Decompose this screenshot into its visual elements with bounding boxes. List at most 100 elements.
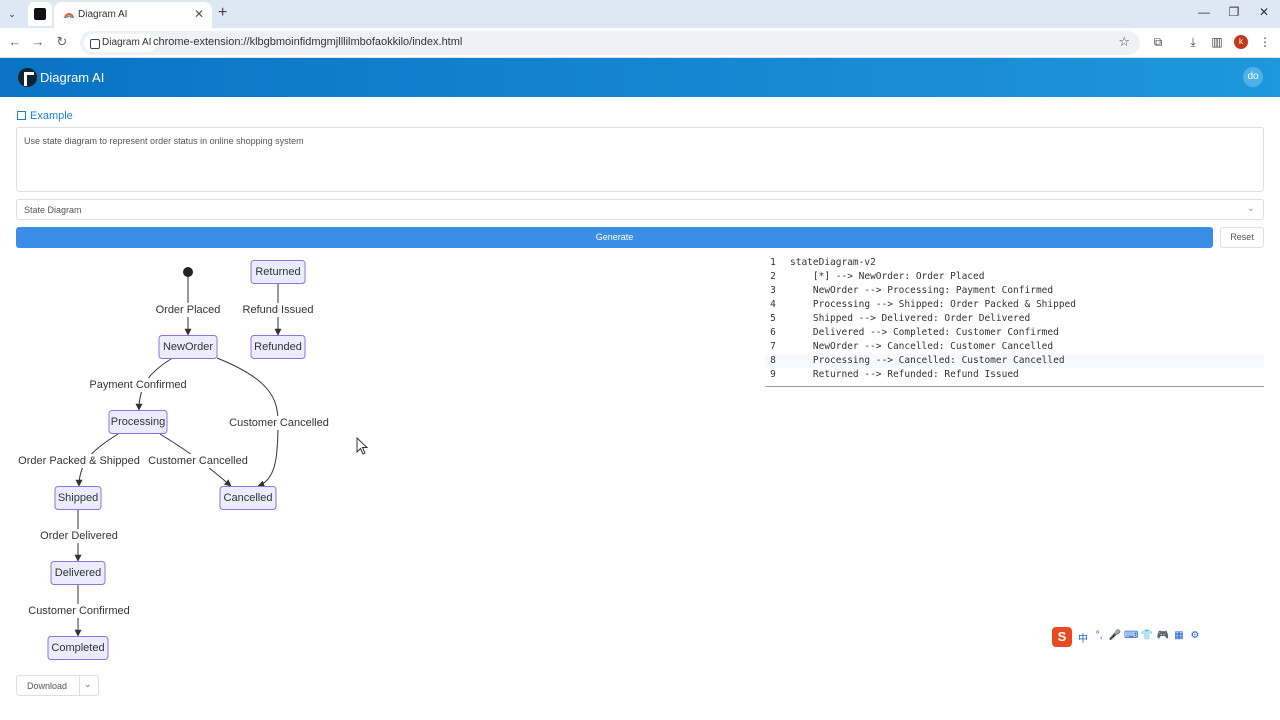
minimize-icon[interactable]: — (1194, 5, 1214, 19)
mouse-cursor-icon (356, 437, 368, 455)
browser-menu-icon[interactable]: ⋮ (1257, 35, 1273, 49)
tab-search-chevron-icon[interactable]: ⌄ (4, 6, 20, 22)
code-text: Processing --> Cancelled: Customer Cance… (790, 355, 1065, 366)
code-line[interactable]: 8 Processing --> Cancelled: Customer Can… (765, 354, 1264, 368)
download-divider (79, 676, 80, 695)
state-label: Completed (51, 642, 104, 654)
code-line[interactable]: 5 Shipped --> Delivered: Order Delivered (765, 312, 1264, 326)
ime-tool-icon[interactable]: 👕 (1140, 630, 1154, 641)
state-node: Refunded (250, 335, 306, 359)
ime-tool-icon[interactable]: °, (1092, 630, 1106, 641)
code-text: stateDiagram-v2 (790, 257, 876, 268)
state-node: Delivered (50, 561, 106, 585)
ime-logo-icon[interactable]: S (1052, 627, 1072, 647)
code-line[interactable]: 2 [*] --> NewOrder: Order Placed (765, 270, 1264, 284)
code-line[interactable]: 6 Delivered --> Completed: Customer Conf… (765, 326, 1264, 340)
state-node: Completed (47, 636, 109, 660)
transition-label: Customer Cancelled (148, 455, 248, 467)
line-number: 7 (770, 341, 776, 352)
code-text: NewOrder --> Cancelled: Customer Cancell… (790, 341, 1054, 352)
state-label: Processing (111, 416, 165, 428)
restore-icon[interactable]: ❐ (1224, 5, 1244, 19)
line-number: 2 (770, 271, 776, 282)
code-text: NewOrder --> Processing: Payment Confirm… (790, 285, 1054, 296)
side-panel-icon[interactable]: ▥ (1209, 35, 1225, 49)
generate-button[interactable]: Generate (16, 227, 1213, 248)
state-diagram: NewOrder Processing Shipped Delivered Comple… (12, 260, 335, 660)
ime-tool-icon[interactable]: 🎮 (1156, 630, 1170, 641)
forward-icon[interactable]: → (29, 34, 47, 49)
transition-label: Refund Issued (243, 304, 314, 316)
line-number: 3 (770, 285, 776, 296)
code-text: Processing --> Shipped: Order Packed & S… (790, 299, 1076, 310)
close-window-icon[interactable]: ✕ (1254, 5, 1274, 19)
code-line[interactable]: 7 NewOrder --> Cancelled: Customer Cance… (765, 340, 1264, 354)
ime-tool-icon[interactable]: ⚙ (1188, 630, 1202, 641)
ime-tool-icon[interactable]: ⌨ (1124, 630, 1138, 641)
example-label: Example (30, 110, 73, 122)
download-options-chevron-icon[interactable]: ⌄ (84, 679, 92, 690)
transition-label: Order Placed (156, 304, 221, 316)
ime-tool-icon[interactable]: ▦ (1172, 630, 1186, 641)
transition-label: Payment Confirmed (89, 379, 186, 391)
app-title: Diagram AI (40, 70, 105, 85)
tab-title: Diagram AI (78, 9, 128, 20)
address-bar[interactable]: Diagram AI chrome-extension://klbgbmoinf… (80, 31, 1140, 55)
pinned-tab[interactable] (28, 2, 52, 26)
state-node: Processing (108, 410, 168, 434)
browser-toolbar: ← → ↻ Diagram AI chrome-extension://klbg… (0, 28, 1280, 58)
reset-button[interactable]: Reset (1220, 227, 1264, 248)
line-number: 9 (770, 369, 776, 380)
download-button[interactable]: Download ⌄ (16, 675, 99, 696)
prompt-input[interactable]: Use state diagram to represent order sta… (16, 127, 1264, 192)
state-node: NewOrder (158, 335, 218, 359)
diagram-type-select[interactable]: State Diagram ⌄ (16, 199, 1264, 220)
transition-label: Customer Cancelled (229, 417, 329, 429)
pinned-tab-favicon-icon (34, 8, 46, 20)
code-text: Shipped --> Delivered: Order Delivered (790, 313, 1031, 324)
new-tab-icon[interactable]: + (218, 4, 227, 22)
tab-favicon-icon (64, 13, 74, 19)
state-label: Shipped (58, 492, 98, 504)
bookmark-star-icon[interactable]: ☆ (1118, 34, 1130, 50)
code-text: Returned --> Refunded: Refund Issued (790, 369, 1019, 380)
download-label: Download (27, 681, 68, 691)
app-header: Diagram AI do (0, 58, 1280, 97)
state-label: Refunded (254, 341, 302, 353)
transition-label: Order Packed & Shipped (18, 455, 140, 467)
code-editor[interactable]: 1 stateDiagram-v2 2 [*] --> NewOrder: Orde… (765, 256, 1264, 387)
code-line[interactable]: 3 NewOrder --> Processing: Payment Confi… (765, 284, 1264, 298)
state-node: Returned (250, 260, 306, 284)
code-text: Delivered --> Completed: Customer Confir… (790, 327, 1059, 338)
line-number: 6 (770, 327, 776, 338)
code-line[interactable]: 1 stateDiagram-v2 (765, 256, 1264, 270)
code-line[interactable]: 9 Returned --> Refunded: Refund Issued (765, 368, 1264, 382)
url-text[interactable]: chrome-extension://klbgbmoinfidmgmjlllil… (153, 36, 462, 48)
state-label: Cancelled (224, 492, 273, 504)
transition-label: Customer Confirmed (28, 605, 129, 617)
tab-close-icon[interactable]: ✕ (194, 7, 204, 21)
app-logo-icon (18, 68, 37, 87)
ime-tool-icon[interactable]: 🎤 (1108, 630, 1122, 641)
chevron-down-icon: ⌄ (1246, 203, 1255, 214)
profile-avatar[interactable]: k (1234, 35, 1248, 49)
browser-tab-strip: ⌄ Diagram AI ✕ + — ❐ ✕ (0, 0, 1280, 28)
state-node: Cancelled (219, 486, 277, 510)
downloads-icon[interactable]: ⤓ (1185, 35, 1201, 50)
site-info-chip[interactable]: Diagram AI (84, 34, 158, 52)
code-line[interactable]: 4 Processing --> Shipped: Order Packed &… (765, 298, 1264, 312)
extensions-icon[interactable]: ⧉ (1150, 35, 1166, 50)
reload-icon[interactable]: ↻ (53, 34, 71, 50)
user-avatar[interactable]: do (1243, 67, 1263, 87)
back-icon[interactable]: ← (6, 34, 24, 49)
line-number: 4 (770, 299, 776, 310)
state-label: NewOrder (163, 341, 213, 353)
transition-label: Order Delivered (40, 530, 118, 542)
example-link[interactable]: Example (17, 110, 73, 122)
line-number: 8 (770, 355, 776, 366)
ime-tool-icon[interactable]: 中 (1076, 630, 1090, 645)
active-tab[interactable]: Diagram AI ✕ (54, 2, 212, 28)
state-label: Delivered (55, 567, 101, 579)
diagram-type-value: State Diagram (24, 205, 82, 215)
edit-icon (17, 111, 26, 120)
